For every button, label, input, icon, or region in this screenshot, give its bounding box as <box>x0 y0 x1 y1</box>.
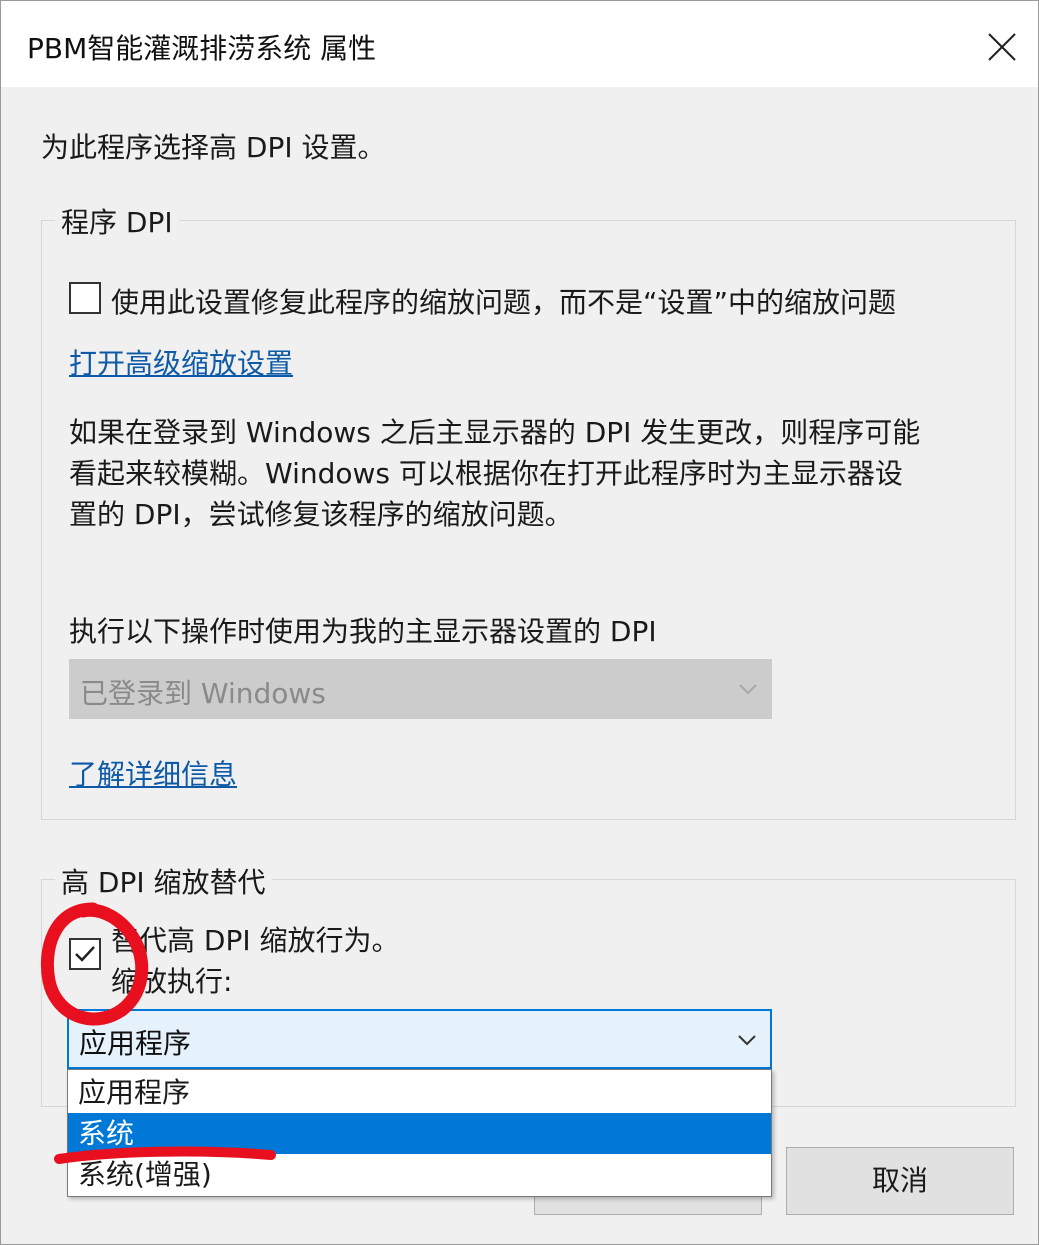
description-line: 如果在登录到 Windows 之后主显示器的 DPI 发生更改，则程序可能 <box>69 416 921 449</box>
dropdown-option-system-enhanced[interactable]: 系统(增强) <box>68 1154 771 1195</box>
description-line: 置的 DPI，尝试修复该程序的缩放问题。 <box>69 498 573 531</box>
program-dpi-legend: 程序 DPI <box>55 201 179 241</box>
description-line: 看起来较模糊。Windows 可以根据你在打开此程序时为主显示器设 <box>69 457 903 490</box>
properties-dialog: PBM智能灌溉排涝系统 属性 为此程序选择高 DPI 设置。 程序 DPI 使用… <box>0 0 1039 1245</box>
close-icon <box>988 33 1016 61</box>
cancel-button[interactable]: 取消 <box>786 1147 1014 1215</box>
advanced-scaling-link[interactable]: 打开高级缩放设置 <box>69 342 293 382</box>
dpi-timing-value: 已登录到 Windows <box>80 677 326 710</box>
scaling-dropdown-list: 应用程序 系统 系统(增强) <box>67 1069 772 1197</box>
title-bar: PBM智能灌溉排涝系统 属性 <box>1 1 1038 87</box>
cancel-button-label: 取消 <box>871 1164 928 1197</box>
dropdown-option-system[interactable]: 系统 <box>68 1113 771 1154</box>
learn-more-link[interactable]: 了解详细信息 <box>69 753 237 793</box>
window-title: PBM智能灌溉排涝系统 属性 <box>27 32 377 65</box>
override-scaling-checkbox[interactable] <box>69 938 101 970</box>
intro-text: 为此程序选择高 DPI 设置。 <box>41 131 386 164</box>
dropdown-option-application[interactable]: 应用程序 <box>68 1072 771 1113</box>
override-scaling-label: 替代高 DPI 缩放行为。 <box>111 924 400 957</box>
dpi-select-label: 执行以下操作时使用为我的主显示器设置的 DPI <box>69 615 657 648</box>
dpi-description: 如果在登录到 Windows 之后主显示器的 DPI 发生更改，则程序可能 看起… <box>69 412 1009 535</box>
dpi-timing-select: 已登录到 Windows <box>69 659 772 719</box>
fix-scaling-label: 使用此设置修复此程序的缩放问题，而不是“设置”中的缩放问题 <box>111 286 897 319</box>
scaling-performed-value: 应用程序 <box>79 1027 192 1060</box>
close-button[interactable] <box>973 19 1031 75</box>
scaling-performed-label: 缩放执行: <box>111 965 233 998</box>
chevron-down-icon <box>738 1035 756 1046</box>
chevron-down-icon <box>739 684 757 695</box>
checkmark-icon <box>75 946 95 962</box>
fix-scaling-checkbox[interactable] <box>69 282 101 314</box>
high-dpi-override-legend: 高 DPI 缩放替代 <box>55 861 272 901</box>
scaling-performed-select[interactable]: 应用程序 <box>67 1009 772 1069</box>
